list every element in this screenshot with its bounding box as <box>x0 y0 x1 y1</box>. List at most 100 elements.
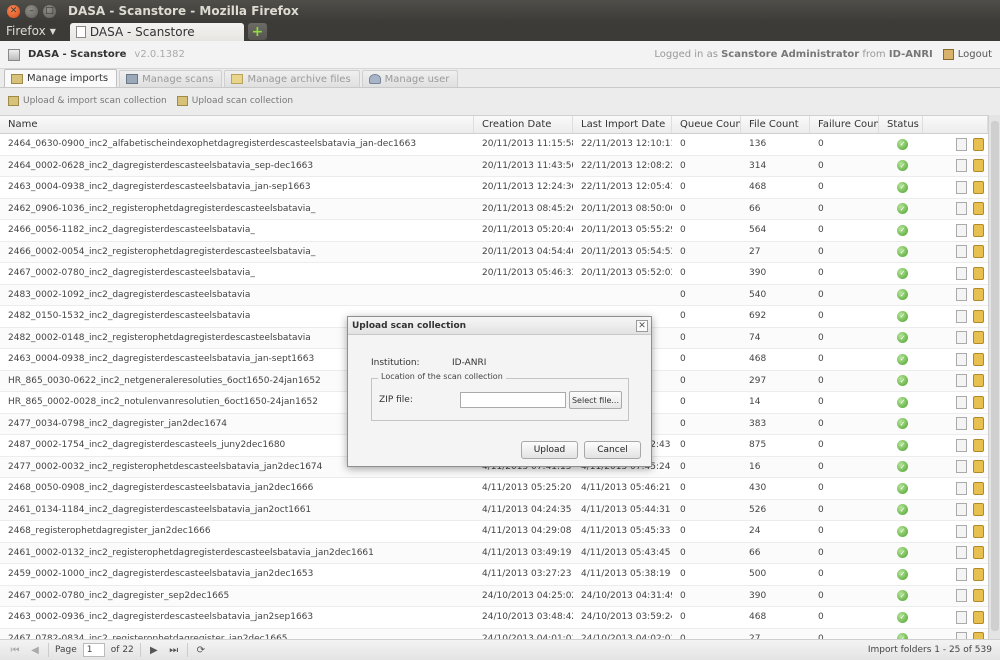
last-page-icon[interactable]: ⏭ <box>167 645 181 656</box>
tab-manage-archive-files[interactable]: Manage archive files <box>224 70 360 87</box>
tab-manage-scans[interactable]: Manage scans <box>119 70 223 87</box>
view-details-icon[interactable] <box>956 245 967 259</box>
import-icon[interactable] <box>973 632 984 639</box>
tab-manage-user[interactable]: Manage user <box>361 70 459 87</box>
view-details-icon[interactable] <box>956 202 967 216</box>
view-details-icon[interactable] <box>956 632 967 639</box>
view-details-icon[interactable] <box>956 223 967 237</box>
view-details-icon[interactable] <box>956 546 967 560</box>
table-row[interactable]: 2461_0002-0132_inc2_registerophetdagregi… <box>0 542 988 564</box>
table-row[interactable]: 2459_0002-1000_inc2_dagregisterdescastee… <box>0 564 988 586</box>
import-icon[interactable] <box>973 481 984 495</box>
view-details-icon[interactable] <box>956 374 967 388</box>
import-icon[interactable] <box>973 546 984 560</box>
table-row[interactable]: 2467_0002-0780_inc2_dagregisterdescastee… <box>0 263 988 285</box>
import-icon[interactable] <box>973 202 984 216</box>
view-details-icon[interactable] <box>956 331 967 345</box>
import-icon[interactable] <box>973 159 984 173</box>
table-row[interactable]: 2467_0782-0834_inc2_registerophetdagregi… <box>0 628 988 639</box>
import-icon[interactable] <box>973 137 984 151</box>
next-page-icon[interactable]: ▶ <box>147 645 161 656</box>
view-details-icon[interactable] <box>956 503 967 517</box>
status-ok-icon: ✓ <box>897 461 908 473</box>
firefox-menu-button[interactable]: Firefox ▼ <box>0 24 60 41</box>
table-row[interactable]: 2464_0002-0628_inc2_dagregisterdescastee… <box>0 155 988 177</box>
view-details-icon[interactable] <box>956 567 967 581</box>
window-minimize-button[interactable]: – <box>25 4 38 18</box>
view-details-icon[interactable] <box>956 481 967 495</box>
import-icon[interactable] <box>973 417 984 431</box>
import-icon[interactable] <box>973 309 984 323</box>
prev-page-icon[interactable]: ◀ <box>28 645 42 656</box>
import-icon[interactable] <box>973 610 984 624</box>
column-header-file-count[interactable]: File Count <box>741 116 810 133</box>
table-row[interactable]: 2466_0002-0054_inc2_registerophetdagregi… <box>0 241 988 263</box>
table-row[interactable]: 2467_0002-0780_inc2_dagregister_sep2dec1… <box>0 585 988 607</box>
table-row[interactable]: 2483_0002-1092_inc2_dagregisterdescastee… <box>0 284 988 306</box>
import-icon[interactable] <box>973 245 984 259</box>
table-row[interactable]: 2468_registerophetdagregister_jan2dec166… <box>0 521 988 543</box>
import-icon[interactable] <box>973 503 984 517</box>
table-row[interactable]: 2461_0134-1184_inc2_dagregisterdescastee… <box>0 499 988 521</box>
table-row[interactable]: 2468_0050-0908_inc2_dagregisterdescastee… <box>0 478 988 500</box>
view-details-icon[interactable] <box>956 266 967 280</box>
cancel-button[interactable]: Cancel <box>584 441 641 459</box>
table-row[interactable]: 2463_0002-0936_inc2_dagregisterdescastee… <box>0 607 988 629</box>
import-icon[interactable] <box>973 567 984 581</box>
status-ok-icon: ✓ <box>897 353 908 365</box>
import-icon[interactable] <box>973 288 984 302</box>
scrollbar-thumb[interactable] <box>991 121 999 631</box>
view-details-icon[interactable] <box>956 438 967 452</box>
upload-import-button[interactable]: Upload & import scan collection <box>8 96 167 106</box>
view-details-icon[interactable] <box>956 524 967 538</box>
table-row[interactable]: 2464_0630-0900_inc2_alfabetischeindexoph… <box>0 134 988 156</box>
import-icon[interactable] <box>973 438 984 452</box>
view-details-icon[interactable] <box>956 610 967 624</box>
import-icon[interactable] <box>973 223 984 237</box>
import-icon[interactable] <box>973 374 984 388</box>
tab-manage-imports[interactable]: Manage imports <box>4 69 118 87</box>
view-details-icon[interactable] <box>956 309 967 323</box>
column-header-last-import-date[interactable]: Last Import Date <box>573 116 672 133</box>
view-details-icon[interactable] <box>956 288 967 302</box>
page-input[interactable]: 1 <box>82 643 105 657</box>
refresh-icon[interactable]: ⟳ <box>194 645 208 656</box>
select-file-button[interactable]: Select file... <box>569 391 622 409</box>
import-icon[interactable] <box>973 266 984 280</box>
import-icon[interactable] <box>973 352 984 366</box>
view-details-icon[interactable] <box>956 395 967 409</box>
import-icon[interactable] <box>973 331 984 345</box>
first-page-icon[interactable]: ⏮ <box>8 645 22 656</box>
close-icon[interactable]: ✕ <box>636 319 648 332</box>
cell-failure-count: 0 <box>818 311 824 322</box>
table-row[interactable]: 2466_0056-1182_inc2_dagregisterdescastee… <box>0 220 988 242</box>
window-maximize-button[interactable]: □ <box>43 4 56 18</box>
table-row[interactable]: 2463_0004-0938_inc2_dagregisterdescastee… <box>0 177 988 199</box>
table-row[interactable]: 2462_0906-1036_inc2_registerophetdagregi… <box>0 198 988 220</box>
logout-button[interactable]: Logout <box>942 49 992 60</box>
browser-tab[interactable]: DASA - Scanstore <box>69 23 244 41</box>
vertical-scrollbar[interactable] <box>988 115 1000 639</box>
column-header-status[interactable]: Status <box>879 116 923 133</box>
column-header-queue-count[interactable]: Queue Count <box>672 116 741 133</box>
view-details-icon[interactable] <box>956 159 967 173</box>
import-icon[interactable] <box>973 395 984 409</box>
view-details-icon[interactable] <box>956 589 967 603</box>
import-icon[interactable] <box>973 180 984 194</box>
import-icon[interactable] <box>973 524 984 538</box>
upload-submit-button[interactable]: Upload <box>521 441 578 459</box>
window-close-button[interactable]: ✕ <box>7 4 20 18</box>
view-details-icon[interactable] <box>956 460 967 474</box>
import-icon[interactable] <box>973 589 984 603</box>
new-tab-button[interactable]: + <box>247 23 267 40</box>
column-header-failure-count[interactable]: Failure Count <box>810 116 879 133</box>
view-details-icon[interactable] <box>956 417 967 431</box>
view-details-icon[interactable] <box>956 352 967 366</box>
upload-button[interactable]: Upload scan collection <box>176 96 293 106</box>
column-header-creation-date[interactable]: Creation Date <box>474 116 573 133</box>
column-header-name[interactable]: Name <box>0 116 474 133</box>
view-details-icon[interactable] <box>956 180 967 194</box>
zip-file-input[interactable] <box>460 392 566 408</box>
view-details-icon[interactable] <box>956 137 967 151</box>
import-icon[interactable] <box>973 460 984 474</box>
